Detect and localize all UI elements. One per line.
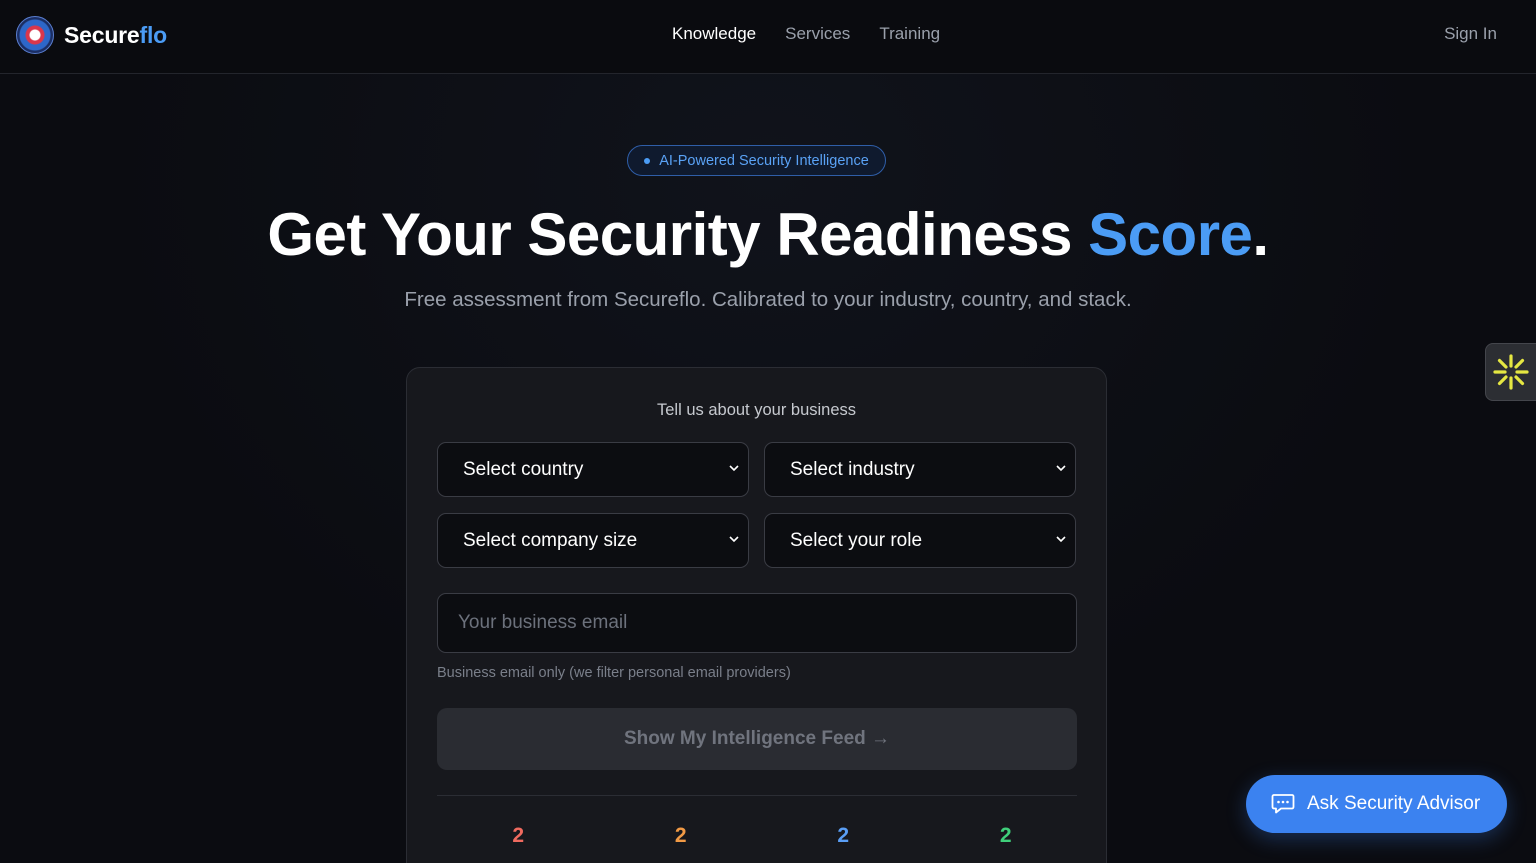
top-navigation-bar: Secureflo Knowledge Services Training Si… bbox=[0, 0, 1536, 74]
ai-badge: AI-Powered Security Intelligence bbox=[627, 145, 886, 176]
stat-value: 2 bbox=[837, 824, 850, 847]
industry-select-value: Select industry bbox=[790, 458, 915, 480]
advisor-label: Ask Security Advisor bbox=[1307, 793, 1481, 814]
stat-value: 2 bbox=[674, 824, 687, 847]
headline-accent: Score bbox=[1088, 201, 1253, 268]
role-select[interactable]: Select your role bbox=[764, 513, 1076, 568]
form-title: Tell us about your business bbox=[656, 401, 857, 419]
brand-emblem-icon bbox=[16, 16, 54, 54]
show-intelligence-feed-button[interactable]: Show My Intelligence Feed → bbox=[437, 708, 1077, 770]
brand-logo[interactable]: Secureflo bbox=[16, 16, 167, 54]
chevron-down-icon bbox=[1056, 536, 1066, 543]
assessment-form-card: Tell us about your business Select count… bbox=[406, 367, 1107, 863]
stat-value: 2 bbox=[512, 824, 525, 847]
nav-item-knowledge[interactable]: Knowledge bbox=[672, 24, 756, 44]
company-size-select[interactable]: Select company size bbox=[437, 513, 749, 568]
brand-name: Secureflo bbox=[64, 22, 167, 49]
page-title: Get Your Security Readiness Score. bbox=[0, 200, 1536, 269]
industry-select[interactable]: Select industry bbox=[764, 442, 1076, 497]
stats-row: 2 2 2 2 bbox=[437, 824, 1087, 848]
badge-label: AI-Powered Security Intelligence bbox=[659, 152, 869, 169]
chat-bubble-icon bbox=[1271, 794, 1295, 814]
main-nav: Knowledge Services Training bbox=[672, 24, 940, 44]
country-select[interactable]: Select country bbox=[437, 442, 749, 497]
brand-name-accent: flo bbox=[139, 21, 168, 48]
role-select-value: Select your role bbox=[790, 529, 923, 551]
brand-name-primary: Secure bbox=[64, 21, 140, 48]
page: Secureflo Knowledge Services Training Si… bbox=[0, 0, 1536, 863]
headline-main: Get Your Security Readiness bbox=[267, 201, 1089, 268]
chevron-down-icon bbox=[729, 536, 739, 543]
email-hint: Business email only (we filter personal … bbox=[437, 665, 791, 681]
divider bbox=[437, 795, 1077, 796]
badge-dot-icon bbox=[644, 157, 651, 164]
stat-value: 2 bbox=[999, 824, 1012, 847]
nav-item-services[interactable]: Services bbox=[785, 24, 850, 44]
ask-security-advisor-button[interactable]: Ask Security Advisor bbox=[1246, 775, 1507, 833]
country-select-value: Select country bbox=[463, 458, 584, 480]
sign-in-link[interactable]: Sign In bbox=[1444, 24, 1497, 44]
page-subtitle: Free assessment from Secureflo. Calibrat… bbox=[404, 288, 1132, 311]
side-widget-tab[interactable] bbox=[1485, 343, 1536, 401]
chevron-down-icon bbox=[729, 465, 739, 472]
headline-end: . bbox=[1252, 201, 1269, 268]
chevron-down-icon bbox=[1056, 465, 1066, 472]
business-email-input[interactable] bbox=[437, 593, 1077, 653]
company-size-select-value: Select company size bbox=[463, 529, 638, 551]
sparkle-icon bbox=[1493, 354, 1529, 390]
nav-item-training[interactable]: Training bbox=[879, 24, 940, 44]
